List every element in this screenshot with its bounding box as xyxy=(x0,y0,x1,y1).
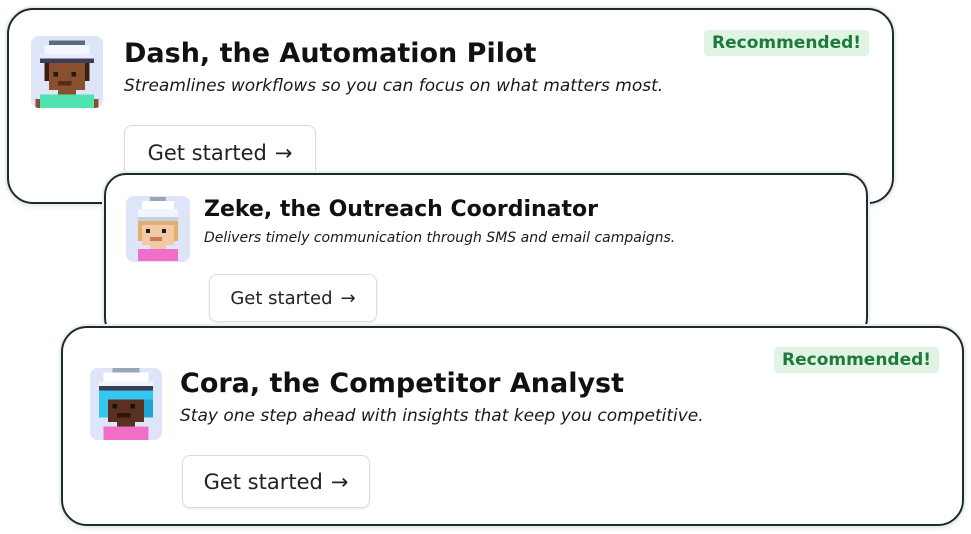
arrow-right-icon: → xyxy=(340,287,356,309)
recommended-badge: Recommended! xyxy=(774,347,940,373)
arrow-right-icon: → xyxy=(274,140,293,165)
dash-avatar-icon xyxy=(31,36,103,108)
cora-avatar-icon xyxy=(90,368,162,440)
cora-title: Cora, the Competitor Analyst xyxy=(180,368,625,399)
get-started-label: Get started xyxy=(230,287,333,309)
agent-card-zeke: Zeke, the Outreach Coordinator Delivers … xyxy=(104,173,868,340)
get-started-label: Get started xyxy=(203,469,323,494)
cora-description: Stay one step ahead with insights that k… xyxy=(180,406,704,426)
agent-card-cora: Cora, the Competitor Analyst Stay one st… xyxy=(61,326,964,526)
arrow-right-icon: → xyxy=(330,469,349,494)
dash-description: Streamlines workflows so you can focus o… xyxy=(124,76,664,96)
zeke-get-started-button[interactable]: Get started → xyxy=(209,274,377,322)
zeke-avatar-icon xyxy=(126,196,190,262)
dash-title: Dash, the Automation Pilot xyxy=(124,38,537,69)
zeke-title: Zeke, the Outreach Coordinator xyxy=(204,197,598,222)
get-started-label: Get started xyxy=(147,140,267,165)
cora-get-started-button[interactable]: Get started → xyxy=(182,455,370,508)
dash-get-started-button[interactable]: Get started → xyxy=(124,125,316,180)
recommended-badge: Recommended! xyxy=(704,30,870,56)
zeke-description: Delivers timely communication through SM… xyxy=(204,230,676,246)
